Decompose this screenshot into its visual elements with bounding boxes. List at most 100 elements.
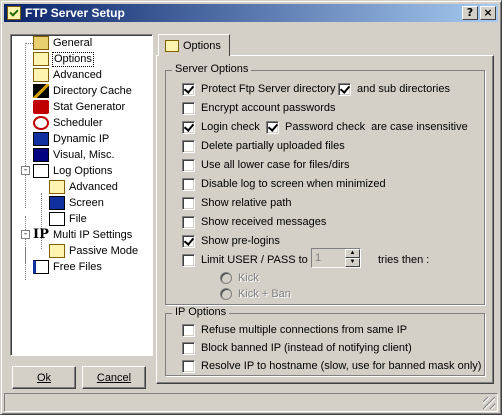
help-button[interactable]: ? bbox=[462, 6, 478, 20]
limit-user-pass-checkbox[interactable]: Limit USER / PASS to bbox=[182, 252, 308, 268]
tree-item-dynamic-ip[interactable]: Dynamic IP bbox=[17, 131, 110, 147]
tree-item-scheduler[interactable]: Scheduler bbox=[17, 115, 104, 131]
tree-item-label: Scheduler bbox=[53, 116, 103, 129]
tries-then-text-row: tries then : bbox=[378, 252, 429, 268]
checkbox-label: Encrypt account passwords bbox=[201, 102, 336, 114]
tree-item-directory-cache[interactable]: Directory Cache bbox=[17, 83, 133, 99]
tree-item-log-file[interactable]: File bbox=[33, 211, 88, 227]
log-screen-icon bbox=[49, 196, 65, 210]
group-title: Server Options bbox=[172, 63, 252, 75]
close-button[interactable]: × bbox=[480, 6, 496, 20]
tree-item-label: Directory Cache bbox=[53, 84, 132, 97]
checkbox-box[interactable] bbox=[182, 359, 195, 373]
tab-options[interactable]: Options bbox=[158, 34, 230, 56]
radio-circle[interactable] bbox=[220, 272, 232, 284]
checkbox-label: Password check bbox=[285, 121, 366, 133]
ok-button[interactable]: Ok bbox=[12, 366, 76, 389]
tree-item-multi-ip[interactable]: - IP Multi IP Settings bbox=[17, 227, 133, 243]
checkbox-label: Refuse multiple connections from same IP bbox=[201, 324, 408, 336]
disable-log-checkbox[interactable]: Disable log to screen when minimized bbox=[182, 176, 386, 192]
tree-item-log-advanced[interactable]: Advanced bbox=[33, 179, 119, 195]
checkbox-box[interactable] bbox=[182, 139, 195, 153]
tree-item-general[interactable]: General bbox=[17, 35, 93, 51]
tree-item-label: General bbox=[53, 36, 93, 49]
tree-item-label: Visual, Misc. bbox=[53, 148, 115, 161]
tree-item-label: Passive Mode bbox=[69, 244, 139, 257]
settings-tree[interactable]: General Options Advanced Directory Cache… bbox=[10, 34, 153, 356]
title-bar[interactable]: FTP Server Setup ? × bbox=[4, 4, 498, 22]
checkbox-box[interactable] bbox=[182, 341, 195, 355]
passive-mode-icon bbox=[49, 244, 65, 258]
dynamic-ip-icon bbox=[33, 132, 49, 146]
collapse-multi-ip-toggle[interactable]: - bbox=[21, 230, 30, 239]
lower-case-checkbox[interactable]: Use all lower case for files/dirs bbox=[182, 157, 350, 173]
checkbox-label: Block banned IP (instead of notifying cl… bbox=[201, 342, 412, 354]
tree-item-log-options[interactable]: - Log Options bbox=[17, 163, 113, 179]
block-banned-checkbox[interactable]: Block banned IP (instead of notifying cl… bbox=[182, 340, 412, 356]
tree-item-options[interactable]: Options bbox=[17, 51, 94, 67]
ip-options-group: IP Options Refuse multiple connections f… bbox=[165, 306, 485, 376]
tree-item-passive-mode[interactable]: Passive Mode bbox=[33, 243, 139, 259]
pre-logins-checkbox[interactable]: Show pre-logins bbox=[182, 233, 280, 249]
tree-item-free-files[interactable]: Free Files bbox=[17, 259, 103, 275]
delete-partial-checkbox[interactable]: Delete partially uploaded files bbox=[182, 138, 345, 154]
radio-circle[interactable] bbox=[220, 288, 232, 300]
radio-label: Kick bbox=[238, 272, 259, 284]
resize-grip-icon[interactable] bbox=[483, 397, 495, 409]
checkbox-box[interactable] bbox=[266, 120, 279, 134]
protect-directory-checkbox[interactable]: Protect Ftp Server directory bbox=[182, 81, 336, 97]
tree-item-label: Free Files bbox=[53, 260, 102, 273]
checkbox-box[interactable] bbox=[182, 82, 195, 96]
checkbox-box[interactable] bbox=[182, 177, 195, 191]
tree-item-label: Log Options bbox=[53, 164, 113, 177]
password-check-checkbox[interactable]: Password check are case insensitive bbox=[266, 119, 468, 135]
relative-path-checkbox[interactable]: Show relative path bbox=[182, 195, 292, 211]
checkbox-box[interactable] bbox=[182, 158, 195, 172]
tree-item-stat-generator[interactable]: Stat Generator bbox=[17, 99, 126, 115]
log-advanced-icon bbox=[49, 180, 65, 194]
scheduler-icon bbox=[33, 116, 49, 130]
checkbox-box[interactable] bbox=[182, 215, 195, 229]
checkbox-label: and sub directories bbox=[357, 83, 450, 95]
tries-spinner[interactable]: 1 ▲ ▼ bbox=[311, 248, 361, 268]
spinner-down-button[interactable]: ▼ bbox=[345, 258, 360, 267]
advanced-icon bbox=[33, 68, 49, 82]
sub-directories-checkbox[interactable]: and sub directories bbox=[338, 81, 450, 97]
checkbox-box[interactable] bbox=[182, 253, 195, 267]
checkbox-label: Show pre-logins bbox=[201, 235, 280, 247]
checkbox-box[interactable] bbox=[182, 234, 195, 248]
kick-ban-radio[interactable]: Kick + Ban bbox=[220, 286, 291, 302]
spinner-up-button[interactable]: ▲ bbox=[345, 249, 360, 258]
kick-radio[interactable]: Kick bbox=[220, 270, 259, 286]
checkbox-box[interactable] bbox=[338, 82, 351, 96]
encrypt-passwords-checkbox[interactable]: Encrypt account passwords bbox=[182, 100, 336, 116]
tries-value[interactable]: 1 bbox=[312, 249, 345, 267]
collapse-log-options-toggle[interactable]: - bbox=[21, 166, 30, 175]
received-messages-checkbox[interactable]: Show received messages bbox=[182, 214, 326, 230]
tree-item-label: Multi IP Settings bbox=[53, 228, 133, 241]
status-bar bbox=[4, 393, 498, 412]
general-icon bbox=[33, 36, 49, 50]
resolve-ip-checkbox[interactable]: Resolve IP to hostname (slow, use for ba… bbox=[182, 358, 481, 374]
log-file-icon bbox=[49, 212, 65, 226]
tries-then-label: tries then : bbox=[378, 254, 430, 266]
tree-item-advanced[interactable]: Advanced bbox=[17, 67, 103, 83]
tree-item-label: Options bbox=[52, 51, 94, 67]
checkbox-box[interactable] bbox=[182, 120, 195, 134]
checkbox-box[interactable] bbox=[182, 196, 195, 210]
visual-misc-icon bbox=[33, 148, 49, 162]
checkbox-box[interactable] bbox=[182, 323, 195, 337]
checkbox-label: Limit USER / PASS to bbox=[201, 254, 308, 266]
tree-item-label: Stat Generator bbox=[53, 100, 126, 113]
checkbox-label: Disable log to screen when minimized bbox=[201, 178, 386, 190]
cancel-button[interactable]: Cancel bbox=[82, 366, 146, 389]
log-options-icon bbox=[33, 164, 49, 178]
options-panel: Server Options Protect Ftp Server direct… bbox=[156, 55, 494, 384]
refuse-multiple-checkbox[interactable]: Refuse multiple connections from same IP bbox=[182, 322, 407, 338]
checkbox-box[interactable] bbox=[182, 101, 195, 115]
tree-item-visual-misc[interactable]: Visual, Misc. bbox=[17, 147, 116, 163]
login-check-checkbox[interactable]: Login check bbox=[182, 119, 260, 135]
window-title: FTP Server Setup bbox=[25, 6, 125, 20]
directory-cache-icon bbox=[33, 84, 49, 98]
tree-item-log-screen[interactable]: Screen bbox=[33, 195, 105, 211]
